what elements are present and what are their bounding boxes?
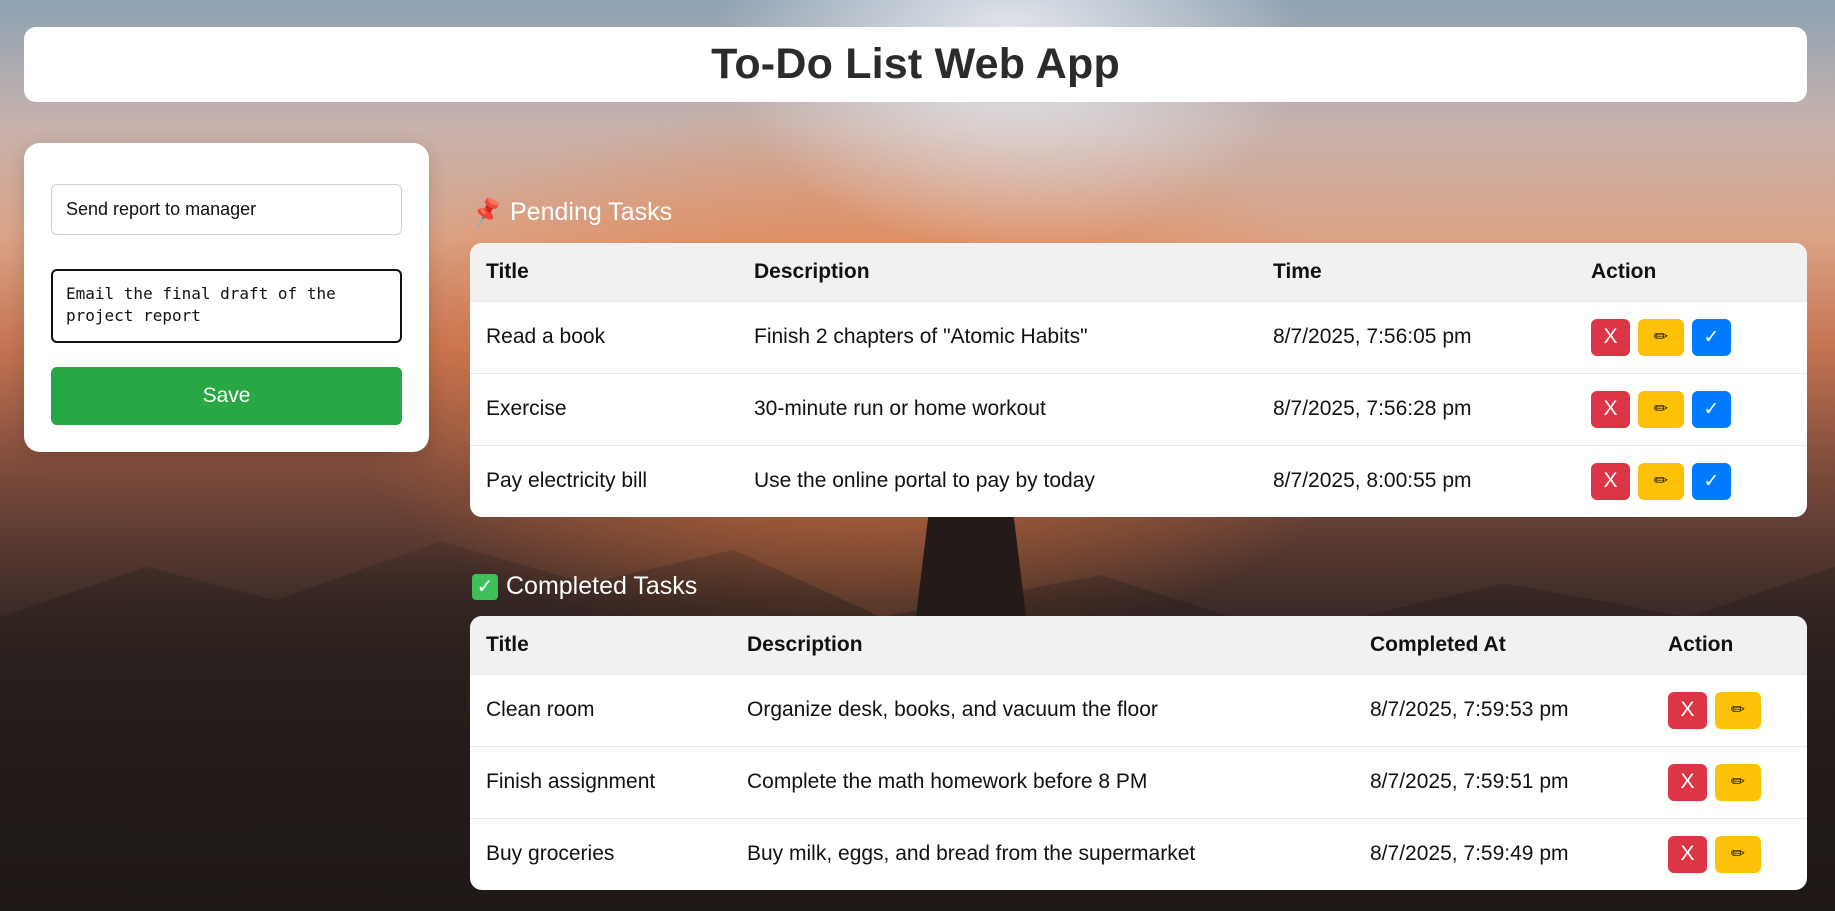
edit-button[interactable]: ✏ xyxy=(1638,390,1684,428)
pushpin-icon: 📌 xyxy=(469,195,505,230)
task-actions: X ✏ xyxy=(1652,818,1807,890)
mark-done-button[interactable]: ✓ xyxy=(1692,390,1731,428)
task-title: Clean room xyxy=(486,698,595,721)
delete-button[interactable]: X xyxy=(1591,318,1630,356)
task-title: Pay electricity bill xyxy=(486,469,648,493)
task-actions: X ✏ xyxy=(1652,746,1807,818)
edit-button[interactable]: ✏ xyxy=(1715,691,1761,729)
task-title: Exercise xyxy=(486,397,567,420)
background-figure xyxy=(915,515,1027,625)
task-title: Finish assignment xyxy=(486,770,656,793)
pending-table: Title Description Time Action Read a boo… xyxy=(470,243,1807,517)
task-form: Email the final draft of the project rep… xyxy=(24,143,429,452)
column-header-completed-at: Completed At xyxy=(1370,632,1506,656)
table-row: Finish assignment Complete the math homew… xyxy=(470,746,1807,818)
task-actions: X ✏ ✓ xyxy=(1575,445,1807,517)
delete-button[interactable]: X xyxy=(1591,390,1630,428)
completed-table: Title Description Completed At Action Cl… xyxy=(470,616,1807,890)
task-actions: X ✏ ✓ xyxy=(1575,301,1807,373)
task-description-input[interactable]: Email the final draft of the project rep… xyxy=(51,269,402,343)
task-actions: X ✏ ✓ xyxy=(1575,373,1807,445)
completed-heading-label: Completed Tasks xyxy=(506,572,698,600)
edit-button[interactable]: ✏ xyxy=(1715,763,1761,801)
task-description: Finish 2 chapters of "Atomic Habits" xyxy=(754,325,1088,348)
table-row: Buy groceries Buy milk, eggs, and bread f… xyxy=(470,818,1807,890)
task-time: 8/7/2025, 7:59:53 pm xyxy=(1370,698,1569,721)
table-row: Read a book Finish 2 chapters of "Atomic … xyxy=(470,301,1807,373)
task-time: 8/7/2025, 7:56:05 pm xyxy=(1273,325,1472,348)
column-header-title: Title xyxy=(486,259,529,283)
mark-done-button[interactable]: ✓ xyxy=(1692,318,1731,356)
check-box-icon: ✓ xyxy=(472,573,498,600)
edit-button[interactable]: ✏ xyxy=(1638,462,1684,500)
delete-button[interactable]: X xyxy=(1591,462,1630,500)
task-title: Read a book xyxy=(486,325,606,348)
task-time: 8/7/2025, 7:59:51 pm xyxy=(1370,770,1569,793)
task-title-input[interactable] xyxy=(51,184,402,235)
task-title: Buy groceries xyxy=(486,842,615,866)
delete-button[interactable]: X xyxy=(1668,763,1707,801)
edit-button[interactable]: ✏ xyxy=(1715,835,1761,873)
delete-button[interactable]: X xyxy=(1668,835,1707,873)
table-row: Clean room Organize desk, books, and vacu… xyxy=(470,674,1807,746)
edit-button[interactable]: ✏ xyxy=(1638,318,1684,356)
column-header-action: Action xyxy=(1591,259,1657,283)
table-header-row: Title Description Completed At Action xyxy=(470,616,1807,674)
table-row: Pay electricity bill Use the online porta… xyxy=(470,445,1807,517)
column-header-description: Description xyxy=(747,632,863,656)
table-row: Exercise 30-minute run or home workout 8/7… xyxy=(470,373,1807,445)
save-button[interactable]: Save xyxy=(51,367,402,425)
mark-done-button[interactable]: ✓ xyxy=(1692,462,1731,500)
task-description: Organize desk, books, and vacuum the flo… xyxy=(747,698,1158,721)
pending-heading-label: Pending Tasks xyxy=(510,198,673,226)
task-time: 8/7/2025, 7:56:28 pm xyxy=(1273,397,1472,420)
task-description: 30-minute run or home workout xyxy=(754,397,1046,420)
task-description: Complete the math homework before 8 PM xyxy=(747,770,1148,793)
column-header-title: Title xyxy=(486,632,529,656)
column-header-description: Description xyxy=(754,259,870,283)
column-header-time: Time xyxy=(1273,259,1322,283)
task-time: 8/7/2025, 8:00:55 pm xyxy=(1273,469,1472,493)
task-actions: X ✏ xyxy=(1652,674,1807,746)
task-description: Buy milk, eggs, and bread from the super… xyxy=(747,842,1196,866)
app-title: To-Do List Web App xyxy=(711,40,1120,88)
delete-button[interactable]: X xyxy=(1668,691,1707,729)
app-header: To-Do List Web App xyxy=(24,27,1807,102)
table-header-row: Title Description Time Action xyxy=(470,243,1807,301)
column-header-action: Action xyxy=(1668,632,1734,656)
task-description: Use the online portal to pay by today xyxy=(754,469,1095,493)
completed-heading: ✓ Completed Tasks xyxy=(472,572,697,601)
pending-heading: 📌 Pending Tasks xyxy=(469,196,673,230)
task-time: 8/7/2025, 7:59:49 pm xyxy=(1370,842,1569,866)
